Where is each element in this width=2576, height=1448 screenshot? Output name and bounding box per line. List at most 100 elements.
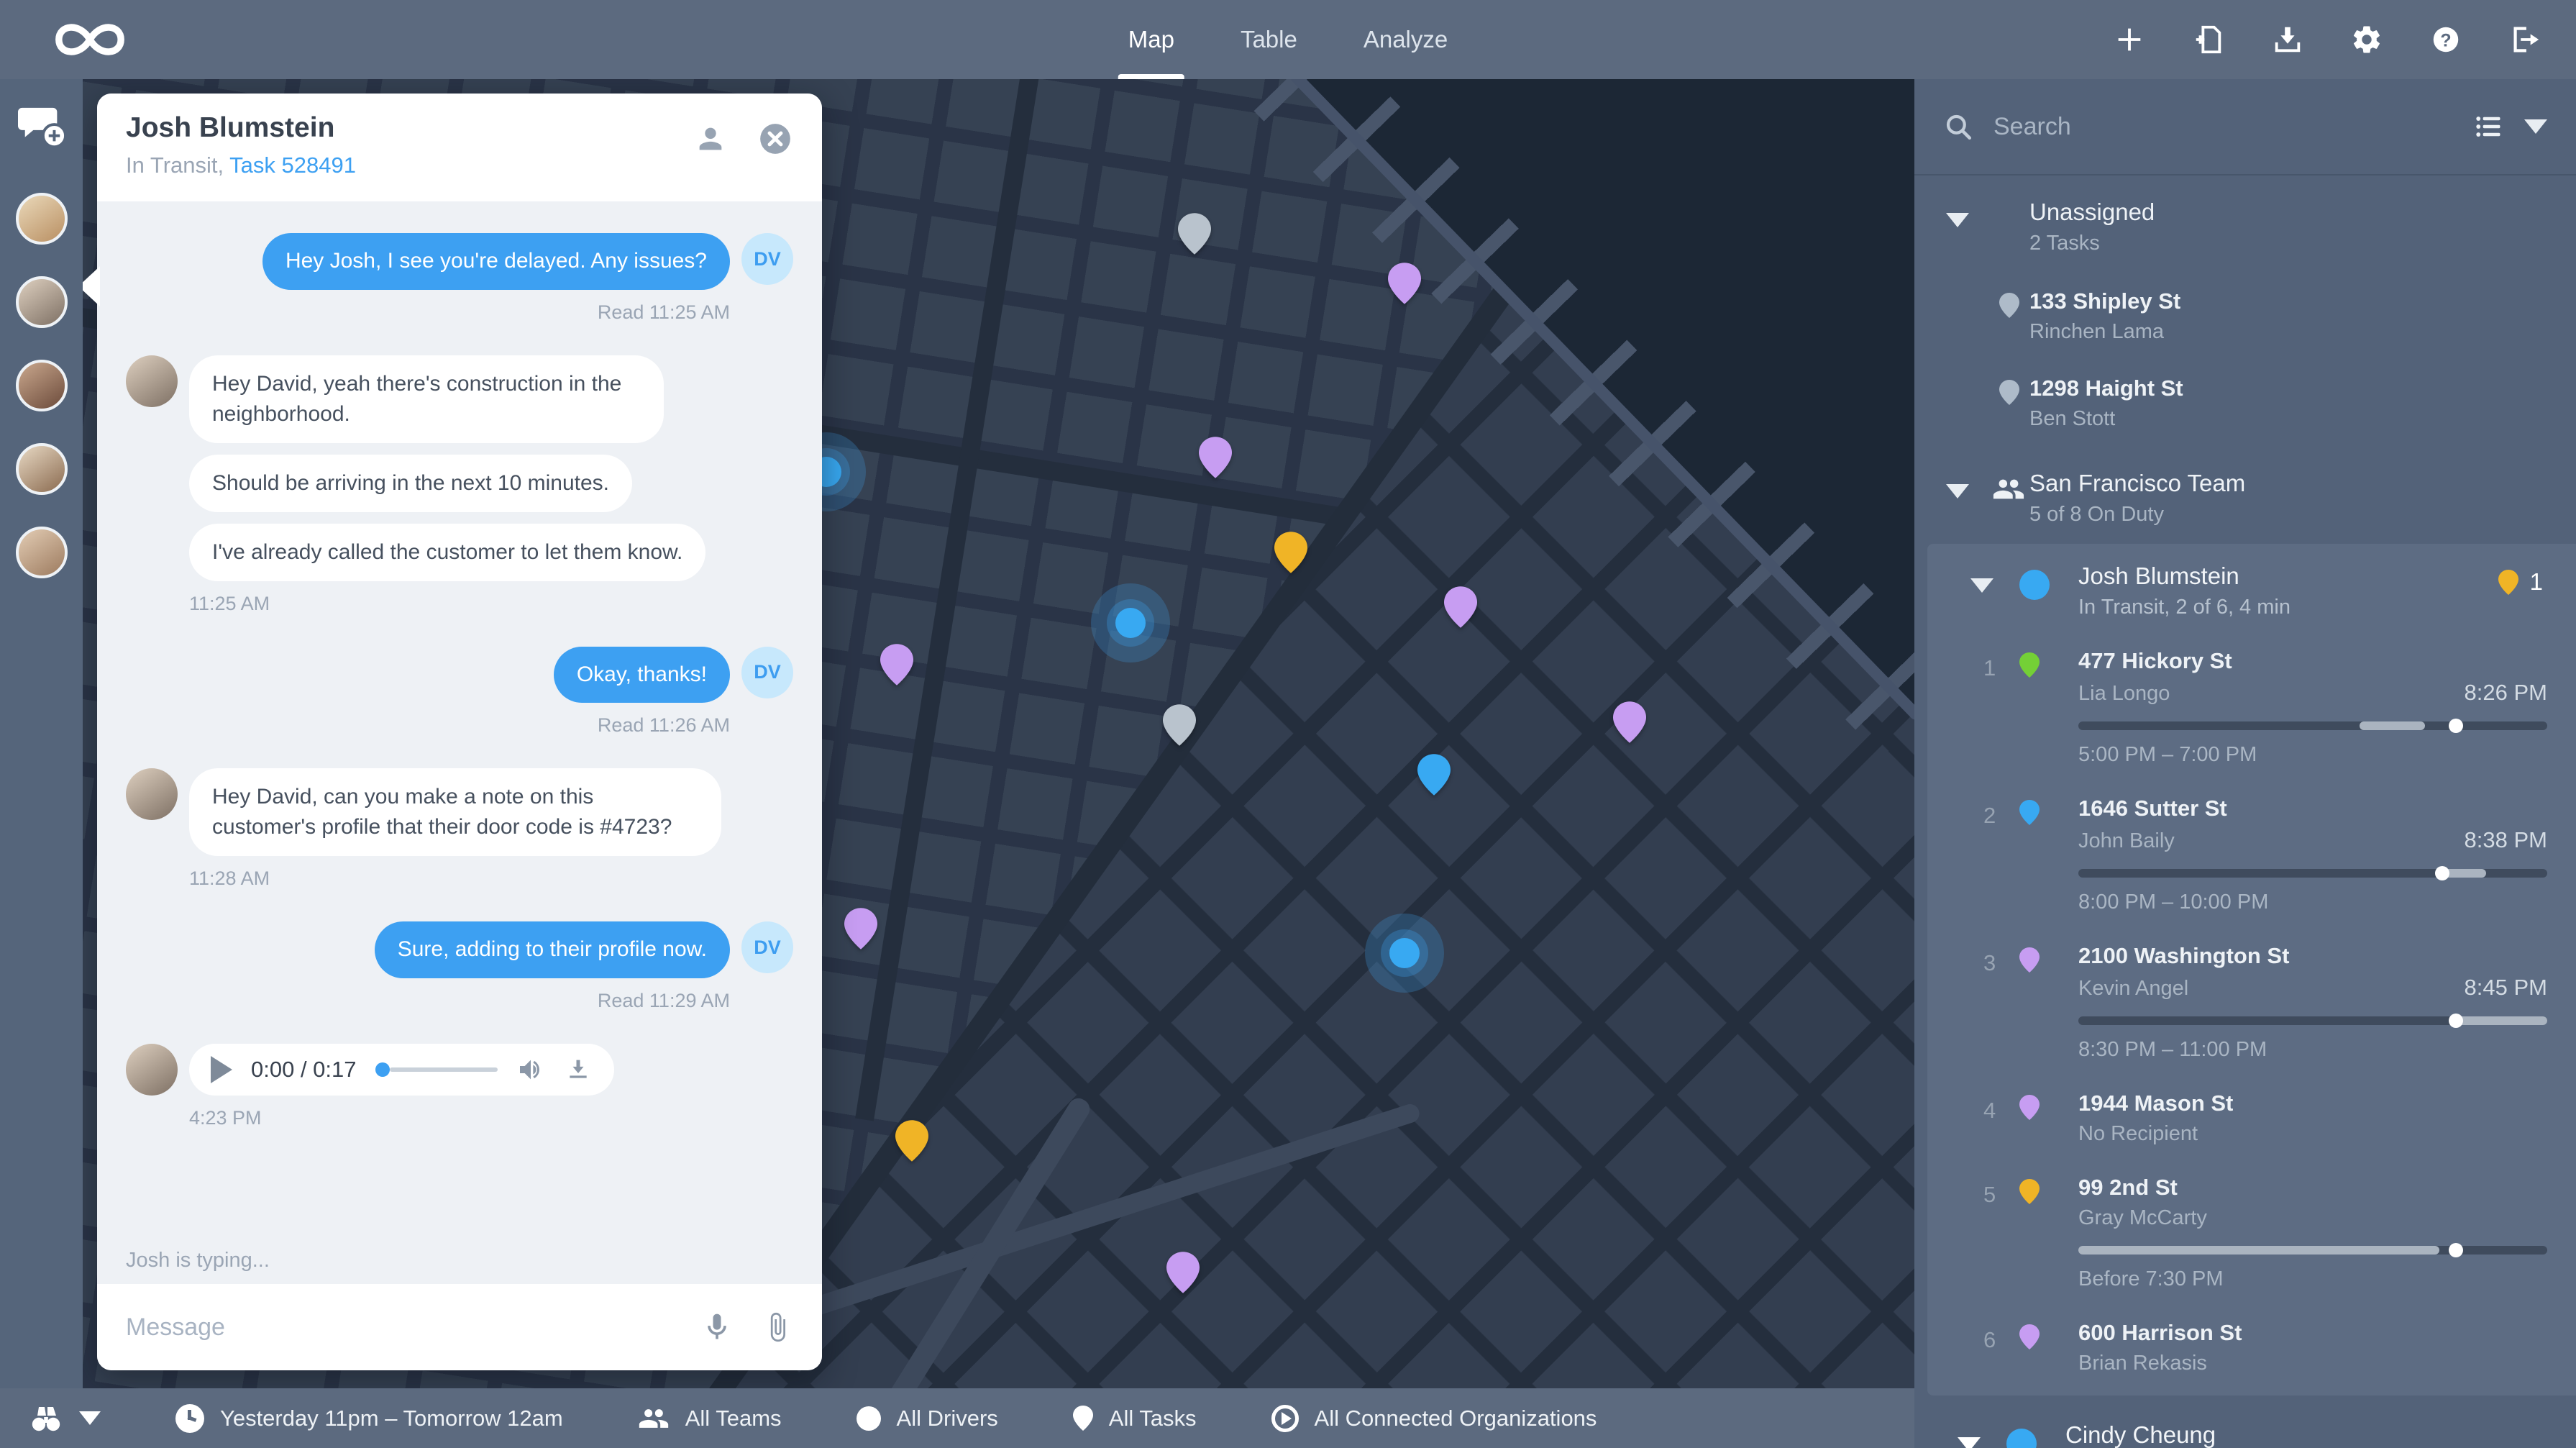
collapse-caret-icon[interactable] xyxy=(1946,213,1969,227)
plus-icon[interactable] xyxy=(2113,23,2146,56)
filter-tasks[interactable]: All Tasks xyxy=(1073,1406,1197,1431)
driver-row-josh[interactable]: Josh Blumstein In Transit, 2 of 6, 4 min… xyxy=(1927,544,2576,634)
message-received: Hey David, yeah there's construction in … xyxy=(126,355,793,581)
tab-analyze[interactable]: Analyze xyxy=(1364,0,1448,79)
message-bubble: Should be arriving in the next 10 minute… xyxy=(189,455,632,512)
task-link[interactable]: Task 528491 xyxy=(229,152,356,178)
map-pin-yellow[interactable] xyxy=(1274,532,1307,573)
message-received: Hey David, can you make a note on this c… xyxy=(126,768,793,856)
chat-title: Josh Blumstein xyxy=(126,112,793,144)
map-pin-yellow[interactable] xyxy=(895,1120,928,1162)
group-team[interactable]: San Francisco Team 5 of 8 On Duty xyxy=(1914,447,2576,544)
microphone-icon[interactable] xyxy=(701,1311,733,1343)
message-bubble: Hey David, can you make a note on this c… xyxy=(189,768,721,856)
audio-message: 0:00 / 0:17 xyxy=(189,1044,614,1096)
route-task-row[interactable]: 4 1944 Mason St No Recipient xyxy=(1927,1076,2576,1160)
map-driver-location[interactable] xyxy=(1365,914,1444,993)
download-audio-icon[interactable] xyxy=(564,1055,593,1084)
close-icon[interactable] xyxy=(757,121,793,157)
top-actions: ? xyxy=(2113,0,2541,79)
task-recipient: Rinchen Lama xyxy=(2029,320,2547,344)
route-task-row[interactable]: 1 477 Hickory St Lia Longo8:26 PM 5:00 P… xyxy=(1927,634,2576,781)
map-pin-gray[interactable] xyxy=(1163,704,1196,746)
driver-row-cindy[interactable]: Cindy Cheung Offline, 0 of 4 xyxy=(1914,1403,2576,1448)
filter-teams[interactable]: All Teams xyxy=(638,1403,782,1434)
chat-subtitle: In Transit, Task 528491 xyxy=(126,152,793,178)
attachment-icon[interactable] xyxy=(762,1311,793,1343)
typing-indicator: Josh is typing... xyxy=(97,1237,822,1284)
task-progress-bar[interactable] xyxy=(2078,1246,2547,1255)
onfleet-logo-icon[interactable] xyxy=(43,13,137,66)
new-chat-icon[interactable] xyxy=(16,104,68,151)
filter-bar: Yesterday 11pm – Tomorrow 12am All Teams… xyxy=(0,1388,1914,1448)
driver-name: Cindy Cheung xyxy=(2065,1421,2547,1448)
collapse-caret-icon[interactable] xyxy=(1970,578,1993,593)
map-pin-purple[interactable] xyxy=(880,644,913,686)
route-task-row[interactable]: 3 2100 Washington St Kevin Angel8:45 PM … xyxy=(1927,929,2576,1076)
task-number: 4 xyxy=(1983,1098,1996,1124)
search-input[interactable] xyxy=(1993,113,2452,141)
driver-avatar-4[interactable] xyxy=(16,443,68,495)
map-pin-purple[interactable] xyxy=(1613,701,1646,743)
import-icon[interactable] xyxy=(2192,23,2225,56)
lookup-binoculars[interactable] xyxy=(29,1403,101,1434)
task-pin-blue-icon xyxy=(2019,800,2040,825)
logout-icon[interactable] xyxy=(2508,23,2541,56)
list-view-icon[interactable] xyxy=(2472,111,2504,142)
top-bar: Map Table Analyze ? xyxy=(0,0,2576,79)
task-eta: 8:38 PM xyxy=(2465,827,2547,853)
route-task-row[interactable]: 5 99 2nd St Gray McCarty Before 7:30 PM xyxy=(1927,1160,2576,1306)
driver-avatar-1[interactable] xyxy=(16,193,68,245)
map-pin-purple[interactable] xyxy=(1199,437,1232,478)
driver-avatar-5[interactable] xyxy=(16,527,68,578)
route-task-row[interactable]: 6 600 Harrison St Brian Rekasis xyxy=(1927,1306,2576,1390)
audio-slider[interactable] xyxy=(375,1062,498,1077)
dropdown-caret-icon[interactable] xyxy=(2524,119,2547,134)
collapse-caret-icon[interactable] xyxy=(1946,484,1969,498)
tab-map[interactable]: Map xyxy=(1128,0,1174,79)
map-pin-purple[interactable] xyxy=(1166,1252,1200,1293)
badge-pin-yellow-icon xyxy=(2498,570,2518,595)
volume-icon[interactable] xyxy=(516,1055,545,1084)
filter-drivers[interactable]: All Drivers xyxy=(857,1406,998,1431)
message-bubble: Sure, adding to their profile now. xyxy=(375,921,730,978)
map-pin-purple[interactable] xyxy=(1444,586,1477,628)
collapse-caret-icon[interactable] xyxy=(1958,1437,1981,1448)
task-pin-purple-icon xyxy=(2019,1095,2040,1120)
message-bubble: I've already called the customer to let … xyxy=(189,524,705,581)
group-unassigned[interactable]: Unassigned 2 Tasks xyxy=(1914,176,2576,273)
help-icon[interactable]: ? xyxy=(2429,23,2462,56)
task-progress-bar[interactable] xyxy=(2078,1016,2547,1025)
task-progress-bar[interactable] xyxy=(2078,721,2547,730)
settings-gear-icon[interactable] xyxy=(2350,23,2383,56)
download-icon[interactable] xyxy=(2271,23,2304,56)
group-subtitle: 5 of 8 On Duty xyxy=(2029,503,2547,527)
task-address: 477 Hickory St xyxy=(2078,648,2547,674)
group-title: San Francisco Team xyxy=(2029,470,2547,497)
unassigned-task-row[interactable]: 133 Shipley St Rinchen Lama xyxy=(1914,273,2576,360)
driver-avatar-josh xyxy=(126,1044,178,1096)
map-pin-purple[interactable] xyxy=(1388,263,1421,304)
unassigned-task-row[interactable]: 1298 Haight St Ben Stott xyxy=(1914,360,2576,447)
task-progress-bar[interactable] xyxy=(2078,869,2547,878)
task-recipient: Brian Rekasis xyxy=(2078,1352,2547,1375)
driver-avatar-2-josh[interactable] xyxy=(16,276,68,328)
profile-icon[interactable] xyxy=(694,122,727,155)
message-sent: Hey Josh, I see you're delayed. Any issu… xyxy=(126,233,793,290)
map-driver-location[interactable] xyxy=(1091,583,1170,662)
route-task-row[interactable]: 2 1646 Sutter St John Baily8:38 PM 8:00 … xyxy=(1927,781,2576,929)
filter-organizations[interactable]: All Connected Organizations xyxy=(1271,1405,1597,1432)
play-icon[interactable] xyxy=(211,1056,232,1083)
sender-avatar: DV xyxy=(741,233,793,285)
task-address: 1298 Haight St xyxy=(2029,375,2547,401)
map-pin-gray[interactable] xyxy=(1178,213,1211,255)
audio-slider-knob[interactable] xyxy=(375,1062,390,1077)
message-input[interactable] xyxy=(126,1313,672,1342)
filter-date-range[interactable]: Yesterday 11pm – Tomorrow 12am xyxy=(175,1404,563,1433)
chat-header: Josh Blumstein In Transit, Task 528491 xyxy=(97,94,822,201)
tab-table[interactable]: Table xyxy=(1241,0,1297,79)
driver-avatar-3[interactable] xyxy=(16,360,68,411)
map-pin-purple[interactable] xyxy=(844,908,877,950)
map-pin-blue[interactable] xyxy=(1417,754,1451,796)
task-time-window: 8:30 PM – 11:00 PM xyxy=(2078,1038,2547,1062)
